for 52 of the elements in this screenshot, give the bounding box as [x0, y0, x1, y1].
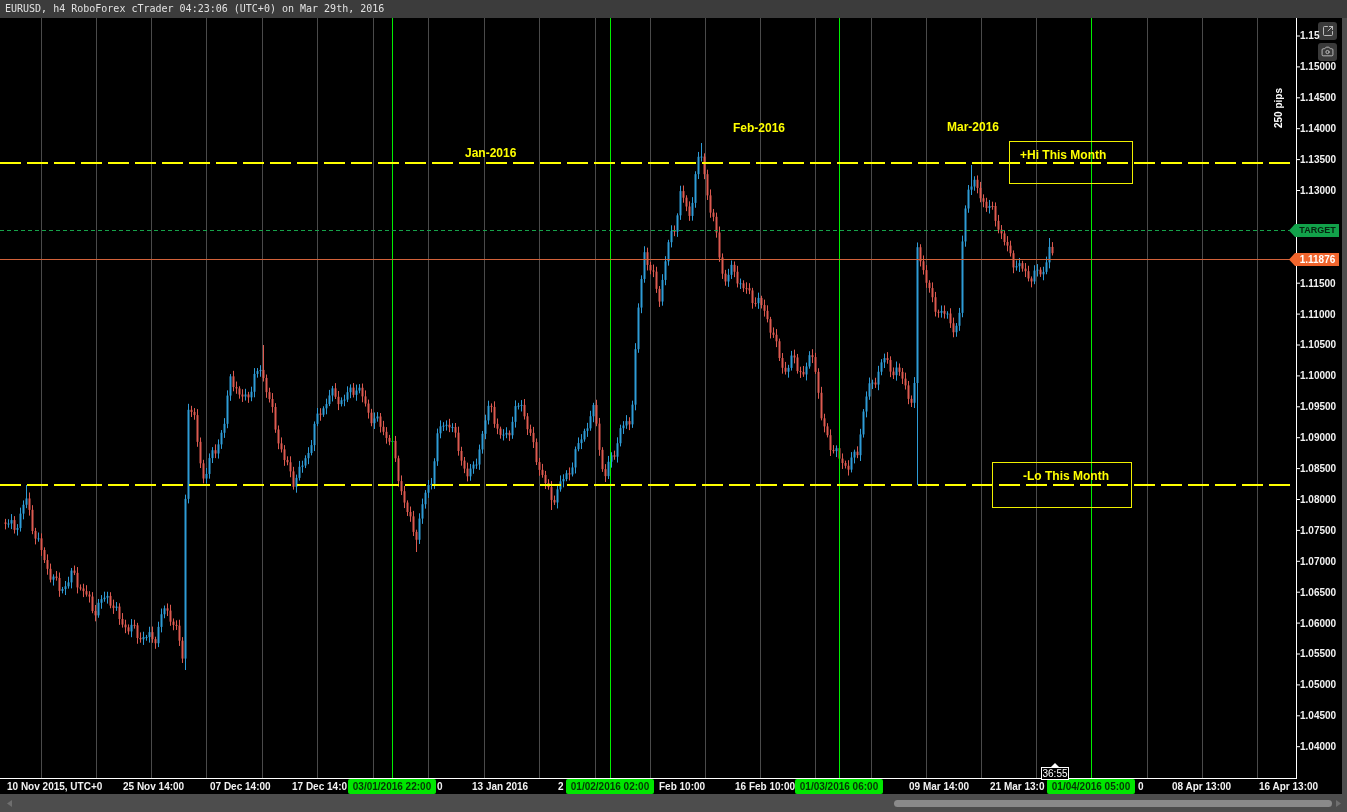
time-axis-label: Feb 10:00 — [659, 781, 706, 793]
window-title: EURUSD, h4 RoboForex cTrader 04:23:06 (UTC+0) on Mar 29th, 2016 — [5, 3, 385, 15]
price-axis-label: 1.09500 — [1300, 401, 1337, 413]
price-axis-label: 1.05000 — [1300, 679, 1337, 691]
time-axis-label: 16 Apr 13:00 — [1259, 781, 1319, 793]
price-axis-label: 1.10500 — [1300, 339, 1337, 351]
external-link-icon — [1321, 25, 1334, 37]
time-axis-label: 07 Dec 14:00 — [210, 781, 271, 793]
target-tag: TARGET — [1289, 224, 1339, 237]
external-link-button[interactable] — [1318, 22, 1337, 40]
price-axis-label: 1.07000 — [1300, 555, 1337, 567]
time-axis-label: 08 Apr 13:00 — [1172, 781, 1232, 793]
price-axis-label: 1.11000 — [1300, 308, 1336, 320]
time-axis-label: 2 — [558, 781, 564, 793]
price-axis-label: 1.06500 — [1300, 586, 1337, 598]
price-axis-label: 1.13500 — [1300, 154, 1337, 166]
price-axis-label: 1.15000 — [1300, 61, 1337, 73]
scroll-right-icon[interactable] — [1336, 799, 1341, 807]
time-axis-label: 0 — [1138, 781, 1144, 793]
time-axis-label: 25 Nov 14:00 — [123, 781, 185, 793]
price-axis-label: 1.06000 — [1300, 617, 1337, 629]
price-axis-label: 1.08000 — [1300, 494, 1337, 505]
time-axis-label: 09 Mar 14:00 — [909, 781, 970, 793]
price-axis-label: 1.08500 — [1300, 463, 1337, 475]
time-axis-label: 10 Nov 2015, UTC+0 — [7, 781, 103, 793]
camera-icon — [1321, 45, 1334, 59]
countdown-timer: 36:55 — [1041, 767, 1069, 780]
price-tag: 1.11876 — [1289, 253, 1339, 266]
price-axis-label: 1.10000 — [1300, 370, 1337, 382]
time-axis-label: 21 Mar 13:0 — [990, 781, 1045, 793]
price-axis-label: 1.14000 — [1300, 123, 1337, 135]
price-axis-label: 1.04000 — [1300, 741, 1337, 753]
price-axis-label: 1.11500 — [1300, 277, 1336, 289]
month-label: Mar-2016 — [947, 120, 1000, 134]
month-label: Feb-2016 — [733, 121, 786, 135]
price-axis-label: 1.14500 — [1300, 92, 1337, 104]
time-axis-label: 17 Dec 14:0 — [292, 781, 348, 793]
countdown-pointer-icon — [1051, 763, 1059, 767]
price-axis-label: 1.07500 — [1300, 524, 1337, 536]
time-axis-label: 16 Feb 10:00 — [735, 781, 796, 793]
scroll-left-icon[interactable] — [7, 799, 12, 807]
range-label: 250 pips — [1273, 88, 1284, 128]
price-axis-label: 1.05500 — [1300, 648, 1337, 660]
price-axis-label: 1.15 — [1300, 30, 1320, 42]
scrollbar-thumb[interactable] — [894, 799, 1332, 807]
price-axis-label: 1.09000 — [1300, 432, 1337, 444]
time-axis-label: 13 Jan 2016 — [472, 781, 529, 793]
month-label: Jan-2016 — [465, 146, 517, 160]
camera-button[interactable] — [1318, 43, 1337, 61]
price-axis-label: 1.13000 — [1300, 185, 1337, 196]
price-axis-label: 1.04500 — [1300, 710, 1337, 722]
time-axis-label: 0 — [437, 781, 443, 793]
